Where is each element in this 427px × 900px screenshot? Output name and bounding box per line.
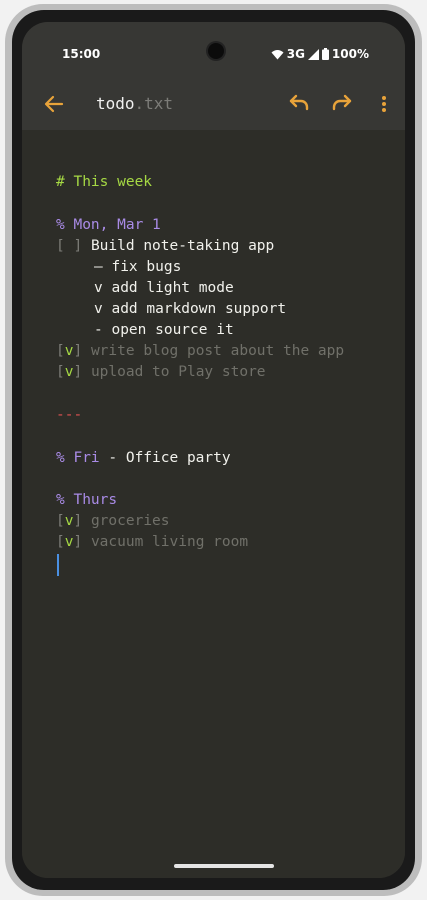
text-editor[interactable]: # This week % Mon, Mar 1 [ ] Build note-… — [22, 130, 405, 878]
undo-icon[interactable] — [287, 92, 311, 116]
file-name: todo — [96, 94, 135, 113]
task-text-done: write blog post about the app — [90, 343, 345, 359]
text-cursor — [57, 554, 59, 576]
subtask-line: – fix bugs — [94, 259, 182, 275]
task-text-done: vacuum living room — [90, 534, 249, 550]
checkbox-close: ] — [73, 534, 83, 550]
date-line-thurs: % Thurs — [56, 492, 118, 508]
home-indicator[interactable] — [174, 864, 274, 868]
network-type: 3G — [286, 47, 305, 61]
subtask-line: v add light mode — [94, 280, 234, 296]
app-bar: todo.txt — [22, 80, 405, 130]
heading-line: # This week — [56, 174, 153, 190]
task-line: [ ] Build note-taking app — [56, 236, 274, 257]
status-bar: 15:00 3G 100% — [22, 22, 405, 80]
task-text-done: upload to Play store — [90, 364, 266, 380]
phone-frame: 15:00 3G 100% todo.txt # This week % Mon… — [5, 4, 422, 896]
unchecked-box[interactable]: [ ] — [56, 238, 82, 254]
checkbox-open: [ — [56, 343, 65, 359]
battery-icon — [321, 48, 329, 60]
checkbox-open: [ — [56, 513, 65, 529]
subtask-line: - open source it — [94, 322, 234, 338]
battery-level: 100% — [331, 47, 369, 61]
camera-cutout — [208, 43, 224, 59]
wifi-icon — [271, 49, 284, 59]
checkbox-close: ] — [73, 513, 83, 529]
checkbox-open: [ — [56, 364, 65, 380]
checkbox-close: ] — [73, 364, 83, 380]
date-line-mon: % Mon, Mar 1 — [56, 217, 161, 233]
file-title: todo.txt — [96, 94, 173, 113]
screen: 15:00 3G 100% todo.txt # This week % Mon… — [22, 22, 405, 878]
signal-icon — [307, 48, 319, 60]
date-line-fri: % Fri - Office party — [56, 448, 231, 469]
subtask-line: v add markdown support — [94, 301, 287, 317]
redo-icon[interactable] — [330, 92, 354, 116]
task-line-done: [v] vacuum living room — [56, 532, 248, 553]
checkbox-open: [ — [56, 534, 65, 550]
task-line-done: [v] write blog post about the app — [56, 341, 344, 362]
status-indicators: 3G 100% — [271, 47, 369, 61]
separator-line: --- — [56, 407, 83, 423]
task-line-done: [v] upload to Play store — [56, 362, 266, 383]
more-vert-icon[interactable] — [378, 92, 390, 116]
date-label: % Fri — [56, 450, 100, 466]
arrow-back-icon[interactable] — [42, 92, 66, 116]
status-time: 15:00 — [62, 47, 101, 61]
checkbox-close: ] — [73, 343, 83, 359]
phone-bezel: 15:00 3G 100% todo.txt # This week % Mon… — [12, 10, 415, 890]
task-text: Build note-taking app — [90, 238, 275, 254]
file-extension: .txt — [134, 94, 174, 113]
task-line-done: [v] groceries — [56, 511, 170, 532]
event-text: - Office party — [99, 450, 231, 466]
task-text-done: groceries — [90, 513, 170, 529]
